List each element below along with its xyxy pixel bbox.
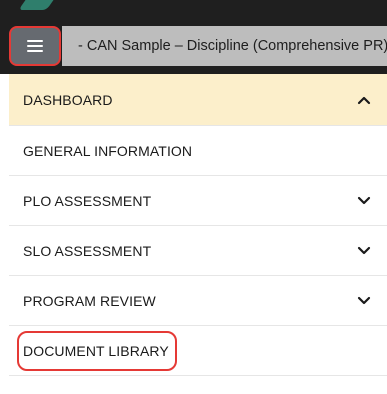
side-navigation: DASHBOARD GENERAL INFORMATION PLO ASSESS…	[9, 74, 387, 376]
page-title-text: - CAN Sample – Discipline (Comprehensive…	[78, 38, 387, 54]
hamburger-menu-button[interactable]	[9, 26, 61, 66]
top-bar: - CAN Sample – Discipline (Comprehensive…	[0, 0, 387, 74]
chevron-up-icon[interactable]	[357, 93, 371, 107]
nav-item-label: DASHBOARD	[23, 91, 113, 108]
chevron-down-icon[interactable]	[357, 194, 371, 208]
nav-item-plo-assessment[interactable]: PLO ASSESSMENT	[9, 176, 387, 226]
nav-item-dashboard[interactable]: DASHBOARD	[9, 74, 387, 126]
nav-item-program-review[interactable]: PROGRAM REVIEW	[9, 276, 387, 326]
nav-item-slo-assessment[interactable]: SLO ASSESSMENT	[9, 226, 387, 276]
nav-item-label: GENERAL INFORMATION	[23, 142, 193, 159]
nav-item-document-library[interactable]: DOCUMENT LIBRARY	[9, 326, 387, 376]
nav-item-label: PLO ASSESSMENT	[23, 192, 152, 209]
chevron-down-icon[interactable]	[357, 294, 371, 308]
chevron-down-icon[interactable]	[357, 244, 371, 258]
nav-item-document-library-wrapper: DOCUMENT LIBRARY	[9, 326, 387, 376]
nav-item-label: PROGRAM REVIEW	[23, 292, 156, 309]
nav-item-label: DOCUMENT LIBRARY	[23, 342, 169, 359]
page-title: - CAN Sample – Discipline (Comprehensive…	[62, 26, 387, 66]
nav-item-general-information[interactable]: GENERAL INFORMATION	[9, 126, 387, 176]
hamburger-menu-icon	[27, 40, 43, 52]
logo	[18, 0, 54, 10]
nav-item-label: SLO ASSESSMENT	[23, 242, 152, 259]
